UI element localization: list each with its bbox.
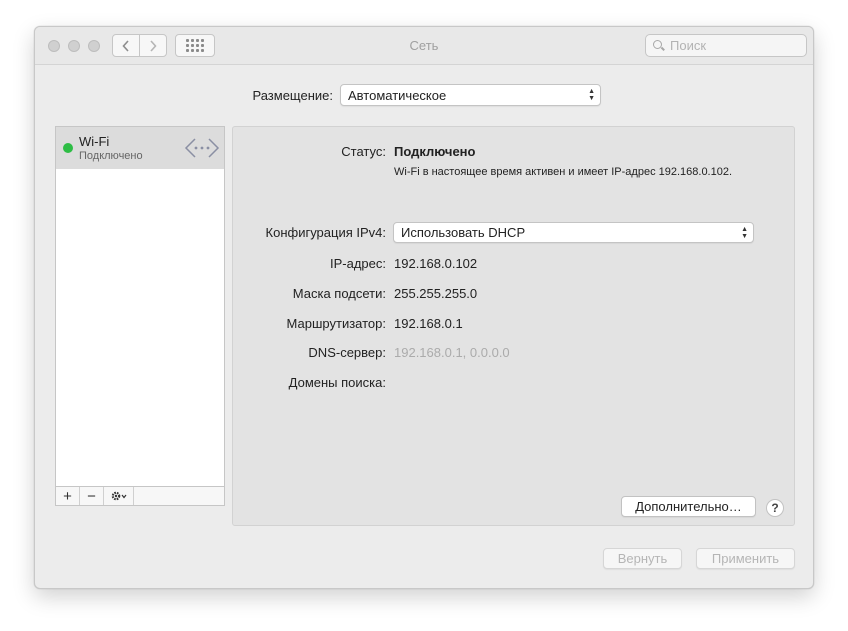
subnet-mask-label: Маска подсети: xyxy=(292,286,386,301)
search-domains-label: Домены поиска: xyxy=(288,375,386,390)
revert-button[interactable]: Вернуть xyxy=(603,548,682,569)
router-value: 192.168.0.1 xyxy=(394,316,463,331)
dns-server-value: 192.168.0.1, 0.0.0.0 xyxy=(394,345,510,360)
service-list: Wi-Fi Подключено + − xyxy=(55,126,225,506)
ipv4-config-popup[interactable]: Использовать DHCP ▲ ▼ xyxy=(393,222,754,243)
dns-server-label: DNS-сервер: xyxy=(308,345,386,360)
gear-icon xyxy=(111,491,126,501)
service-list-toolbar: + − xyxy=(56,486,224,505)
titlebar: Сеть Поиск xyxy=(35,27,813,65)
status-label: Статус: xyxy=(341,144,386,159)
ipv4-config-value: Использовать DHCP xyxy=(401,225,526,240)
search-field[interactable]: Поиск xyxy=(645,34,807,57)
service-details-panel: Статус: Подключено Wi-Fi в настоящее вре… xyxy=(232,126,795,526)
wifi-network-icon xyxy=(184,138,220,158)
service-name: Wi-Fi xyxy=(79,134,110,149)
service-status: Подключено xyxy=(79,150,143,162)
location-label: Размещение: xyxy=(252,88,333,103)
search-placeholder: Поиск xyxy=(670,38,707,53)
help-button[interactable]: ? xyxy=(766,499,784,517)
subnet-mask-value: 255.255.255.0 xyxy=(394,286,478,301)
gear-menu-button[interactable] xyxy=(104,487,134,505)
router-label: Маршрутизатор: xyxy=(286,316,386,331)
status-value: Подключено xyxy=(394,144,476,159)
popup-arrows-icon: ▲ ▼ xyxy=(741,226,748,240)
network-preferences-window: Сеть Поиск Размещение: Автоматическое ▲ ▼… xyxy=(34,26,814,589)
advanced-button[interactable]: Дополнительно… xyxy=(621,496,756,517)
ip-address-label: IP-адрес: xyxy=(330,256,386,271)
search-icon xyxy=(652,39,666,53)
location-popup[interactable]: Автоматическое ▲ ▼ xyxy=(340,84,601,106)
remove-service-button[interactable]: − xyxy=(80,487,104,505)
service-item-wifi[interactable]: Wi-Fi Подключено xyxy=(56,127,224,169)
apply-button[interactable]: Применить xyxy=(696,548,795,569)
location-value: Автоматическое xyxy=(348,87,447,103)
status-dot-icon xyxy=(63,143,73,153)
add-service-button[interactable]: + xyxy=(56,487,80,505)
status-description: Wi-Fi в настоящее время активен и имеет … xyxy=(394,166,733,178)
ip-address-value: 192.168.0.102 xyxy=(394,256,478,271)
ipv4-config-label: Конфигурация IPv4: xyxy=(265,225,386,240)
popup-arrows-icon: ▲ ▼ xyxy=(588,88,595,102)
